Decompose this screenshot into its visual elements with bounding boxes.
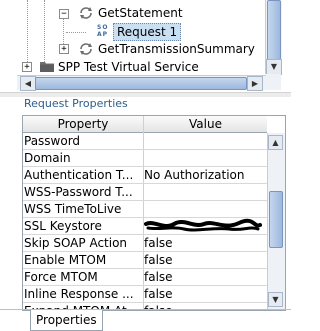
folder-icon: [40, 62, 54, 72]
table-row[interactable]: WSS TimeToLive: [23, 201, 267, 218]
tab-properties[interactable]: Properties: [30, 310, 103, 331]
tree-node-label: GetTransmissionSummary: [98, 42, 255, 56]
refresh-cycle-icon: [80, 7, 92, 19]
tree-node-label: SPP Test Virtual Service: [58, 60, 199, 74]
tree-horizontal-scroll-thumb[interactable]: [35, 77, 247, 90]
scroll-left-arrow-icon[interactable]: ◀: [20, 76, 36, 91]
scroll-up-arrow-icon[interactable]: ▲: [268, 135, 283, 150]
property-name: Domain: [24, 151, 71, 165]
request-properties-table[interactable]: Property Value Password Domain Authentic…: [22, 115, 286, 311]
expand-toggle[interactable]: +: [59, 44, 69, 54]
soap-request-icon: SO AP: [97, 24, 109, 38]
collapse-toggle[interactable]: −: [59, 9, 69, 19]
request-properties-title: Request Properties: [24, 97, 128, 110]
property-value[interactable]: false: [144, 235, 266, 251]
column-header-property[interactable]: Property: [23, 116, 143, 133]
property-name: SSL Keystore: [24, 219, 102, 233]
property-name: Force MTOM: [24, 270, 98, 284]
property-value[interactable]: false: [144, 252, 266, 268]
property-name: Authentication T...: [24, 168, 134, 182]
table-row[interactable]: WSS-Password T...: [23, 184, 267, 201]
property-name: Password: [24, 134, 81, 148]
tree-connector: [44, 0, 45, 68]
table-row[interactable]: Enable MTOM false: [23, 252, 267, 269]
table-row[interactable]: Authentication T... No Authorization: [23, 167, 267, 184]
property-name: WSS TimeToLive: [24, 202, 122, 216]
scroll-right-arrow-icon[interactable]: ▶: [247, 76, 263, 91]
property-value[interactable]: false: [144, 286, 266, 302]
scroll-down-arrow-icon[interactable]: ▼: [268, 292, 283, 307]
column-header-value[interactable]: Value: [144, 116, 267, 133]
refresh-cycle-icon: [80, 43, 92, 55]
redaction-scribble: [144, 218, 262, 232]
table-row[interactable]: SSL Keystore: [23, 218, 267, 235]
property-value[interactable]: No Authorization: [144, 167, 266, 183]
tree-node-label: Request 1: [113, 23, 182, 41]
property-name: WSS-Password T...: [24, 185, 133, 199]
tree-connector: [27, 0, 28, 68]
table-row[interactable]: Password: [23, 133, 267, 150]
tree-connector: [63, 14, 64, 48]
table-row[interactable]: Skip SOAP Action false: [23, 235, 267, 252]
scroll-corner: [266, 74, 281, 90]
property-name: Inline Response ...: [24, 287, 134, 301]
tree-node-label: GetStatement: [98, 6, 183, 20]
table-row[interactable]: Domain: [23, 150, 267, 167]
tree-connector: [66, 32, 86, 33]
property-name: Enable MTOM: [24, 253, 107, 267]
scroll-down-arrow-icon[interactable]: ▼: [266, 59, 282, 75]
table-row[interactable]: Force MTOM false: [23, 269, 267, 286]
tree-vertical-scroll-thumb[interactable]: [267, 0, 281, 60]
expand-toggle[interactable]: +: [22, 62, 32, 72]
table-row[interactable]: Inline Response ... false: [23, 286, 267, 303]
properties-scroll-thumb[interactable]: [269, 191, 283, 248]
property-value[interactable]: false: [144, 269, 266, 285]
property-name: Skip SOAP Action: [24, 236, 128, 250]
